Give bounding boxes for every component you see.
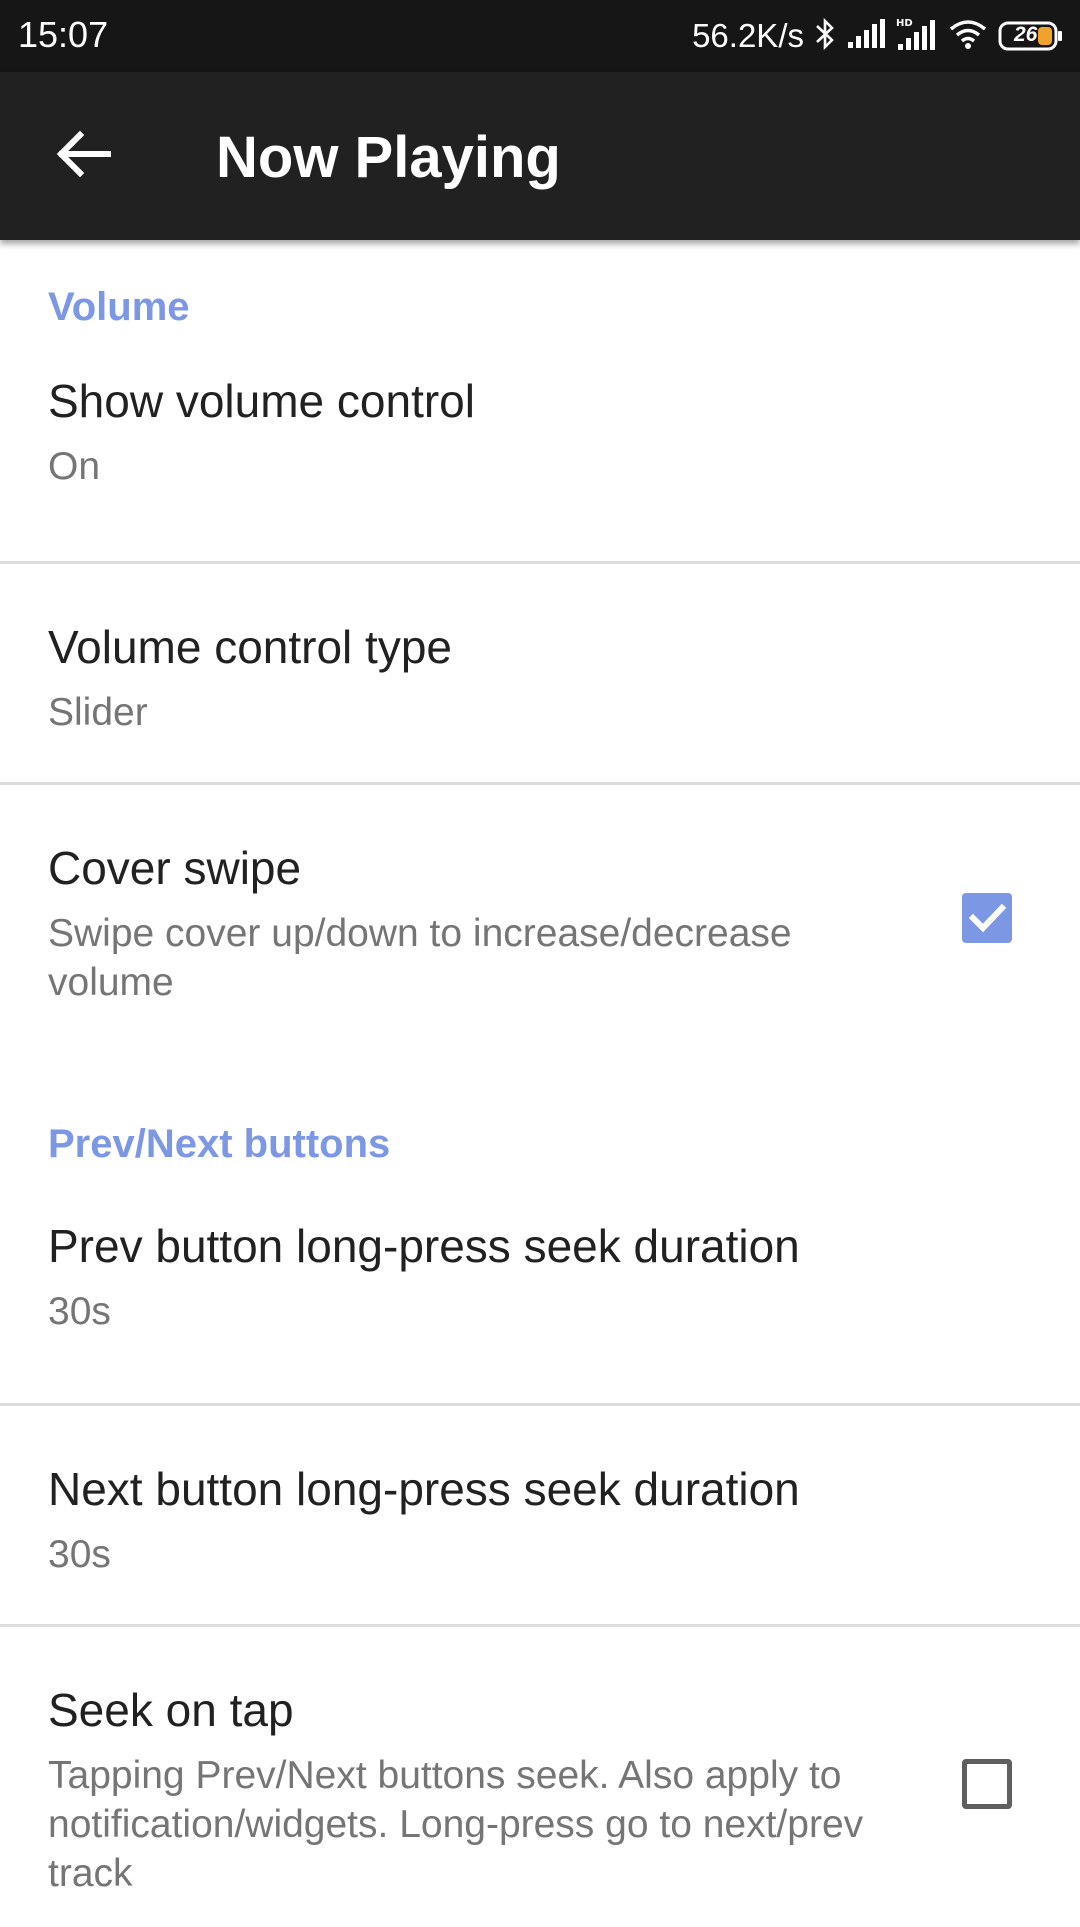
status-icons: 56.2K/s HD 26 — [692, 12, 1064, 60]
preferences-list: Volume Show volume control On Volume con… — [0, 240, 1080, 1927]
back-button[interactable] — [40, 116, 128, 196]
bluetooth-icon — [814, 17, 836, 56]
pref-title: Cover swipe — [48, 842, 302, 894]
pref-title: Seek on tap — [48, 1684, 294, 1736]
network-speed: 56.2K/s — [692, 17, 804, 54]
wifi-icon — [948, 18, 988, 55]
pref-summary: On — [48, 445, 101, 488]
battery-icon: 26 — [998, 20, 1064, 52]
pref-title: Volume control type — [48, 621, 453, 673]
app-bar: Now Playing — [0, 72, 1080, 240]
seek-on-tap-checkbox[interactable] — [962, 1759, 1012, 1809]
check-icon — [968, 903, 1007, 933]
pref-summary: 30s — [48, 1533, 111, 1576]
pref-summary: 30s — [48, 1290, 111, 1333]
pref-summary: Swipe cover up/down to increase/decrease… — [48, 912, 792, 1004]
signal-icon — [846, 18, 886, 55]
pref-prev-seek-duration[interactable]: Prev button long-press seek duration 30s — [0, 1175, 1080, 1403]
pref-show-volume-control[interactable]: Show volume control On — [0, 340, 1080, 561]
page-title: Now Playing — [216, 125, 561, 190]
pref-title: Show volume control — [48, 375, 475, 427]
battery-level: 26 — [1014, 23, 1038, 46]
cover-swipe-checkbox[interactable] — [962, 893, 1012, 943]
pref-volume-control-type[interactable]: Volume control type Slider — [0, 564, 1080, 782]
pref-summary: Tapping Prev/Next buttons seek. Also app… — [48, 1754, 864, 1895]
section-header-prev-next: Prev/Next buttons — [48, 1122, 391, 1166]
arrow-left-icon — [56, 129, 112, 184]
hd-signal-icon: HD — [896, 16, 938, 57]
pref-cover-swipe[interactable]: Cover swipe Swipe cover up/down to incre… — [0, 785, 1080, 1073]
pref-next-seek-duration[interactable]: Next button long-press seek duration 30s — [0, 1406, 1080, 1624]
pref-title: Next button long-press seek duration — [48, 1463, 800, 1515]
status-time: 15:07 — [18, 14, 109, 55]
pref-summary: Slider — [48, 691, 148, 734]
pref-title: Prev button long-press seek duration — [48, 1220, 800, 1272]
section-header-volume: Volume — [48, 285, 190, 329]
pref-seek-on-tap[interactable]: Seek on tap Tapping Prev/Next buttons se… — [0, 1627, 1080, 1927]
status-bar: 15:07 56.2K/s HD 26 — [0, 0, 1080, 72]
svg-text:HD: HD — [896, 18, 913, 29]
